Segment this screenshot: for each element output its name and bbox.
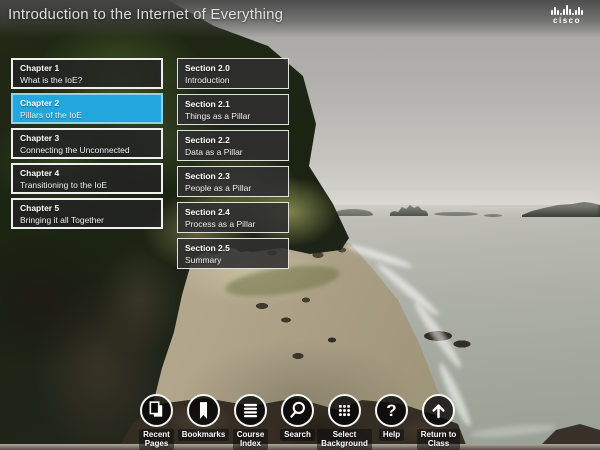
section-label: Section 2.0 <box>185 63 284 74</box>
chapter-button-1[interactable]: Chapter 1 What is the IoE? <box>11 58 163 89</box>
section-button-2-0[interactable]: Section 2.0 Introduction <box>177 58 289 89</box>
magnifier-icon <box>281 394 314 427</box>
cisco-logo-bars-icon <box>543 5 591 15</box>
toolbar-label: Search <box>280 429 315 441</box>
header-bar: Introduction to the Internet of Everythi… <box>0 0 600 38</box>
chapter-label: Chapter 5 <box>20 203 157 214</box>
toolbar-label: Bookmarks <box>178 429 230 441</box>
section-button-2-2[interactable]: Section 2.2 Data as a Pillar <box>177 130 289 161</box>
select-background-button[interactable]: Select Background <box>321 394 368 450</box>
toolbar-label: Return to Class <box>417 429 461 450</box>
chapter-label: Chapter 1 <box>20 63 157 74</box>
section-button-2-4[interactable]: Section 2.4 Process as a Pillar <box>177 202 289 233</box>
course-index-button[interactable]: Course Index <box>227 394 274 450</box>
toolbar-label: Course Index <box>233 429 269 450</box>
cisco-logo: cisco <box>543 5 591 25</box>
chapter-title: What is the IoE? <box>20 75 157 86</box>
section-button-2-1[interactable]: Section 2.1 Things as a Pillar <box>177 94 289 125</box>
section-title: Things as a Pillar <box>185 111 284 122</box>
help-button[interactable]: ? Help <box>368 394 415 450</box>
chapter-title: Transitioning to the IoE <box>20 180 157 191</box>
toolbar-label: Help <box>379 429 404 441</box>
chapter-label: Chapter 2 <box>20 98 157 109</box>
cisco-logo-text: cisco <box>543 16 591 25</box>
grid-icon <box>328 394 361 427</box>
section-label: Section 2.4 <box>185 207 284 218</box>
section-title: People as a Pillar <box>185 183 284 194</box>
chapter-title: Pillars of the IoE <box>20 110 157 121</box>
section-button-2-3[interactable]: Section 2.3 People as a Pillar <box>177 166 289 197</box>
chapter-button-2-selected[interactable]: Chapter 2 Pillars of the IoE <box>11 93 163 124</box>
toolbar-label: Recent Pages <box>139 429 174 450</box>
recent-pages-button[interactable]: Recent Pages <box>133 394 180 450</box>
page-title: Introduction to the Internet of Everythi… <box>8 6 283 23</box>
section-label: Section 2.2 <box>185 135 284 146</box>
section-title: Summary <box>185 255 284 266</box>
toolbar-label: Select Background <box>317 429 372 450</box>
bookmark-icon <box>187 394 220 427</box>
chapter-title: Bringing it all Together <box>20 215 157 226</box>
chapter-label: Chapter 3 <box>20 133 157 144</box>
chapter-button-4[interactable]: Chapter 4 Transitioning to the IoE <box>11 163 163 194</box>
section-title: Data as a Pillar <box>185 147 284 158</box>
section-label: Section 2.1 <box>185 99 284 110</box>
list-icon <box>234 394 267 427</box>
section-label: Section 2.3 <box>185 171 284 182</box>
course-menu-screen: Introduction to the Internet of Everythi… <box>0 0 600 450</box>
bookmarks-button[interactable]: Bookmarks <box>180 394 227 450</box>
up-arrow-icon <box>422 394 455 427</box>
section-menu: Section 2.0 Introduction Section 2.1 Thi… <box>177 58 289 274</box>
bottom-toolbar: Recent Pages Bookmarks <box>133 394 462 450</box>
return-to-class-button[interactable]: Return to Class <box>415 394 462 450</box>
chapter-button-5[interactable]: Chapter 5 Bringing it all Together <box>11 198 163 229</box>
section-title: Introduction <box>185 75 284 86</box>
section-title: Process as a Pillar <box>185 219 284 230</box>
chapter-title: Connecting the Unconnected <box>20 145 157 156</box>
section-button-2-5[interactable]: Section 2.5 Summary <box>177 238 289 269</box>
chapter-menu: Chapter 1 What is the IoE? Chapter 2 Pil… <box>11 58 163 233</box>
pages-icon <box>140 394 173 427</box>
section-label: Section 2.5 <box>185 243 284 254</box>
chapter-button-3[interactable]: Chapter 3 Connecting the Unconnected <box>11 128 163 159</box>
question-icon: ? <box>375 394 408 427</box>
chapter-label: Chapter 4 <box>20 168 157 179</box>
search-button[interactable]: Search <box>274 394 321 450</box>
